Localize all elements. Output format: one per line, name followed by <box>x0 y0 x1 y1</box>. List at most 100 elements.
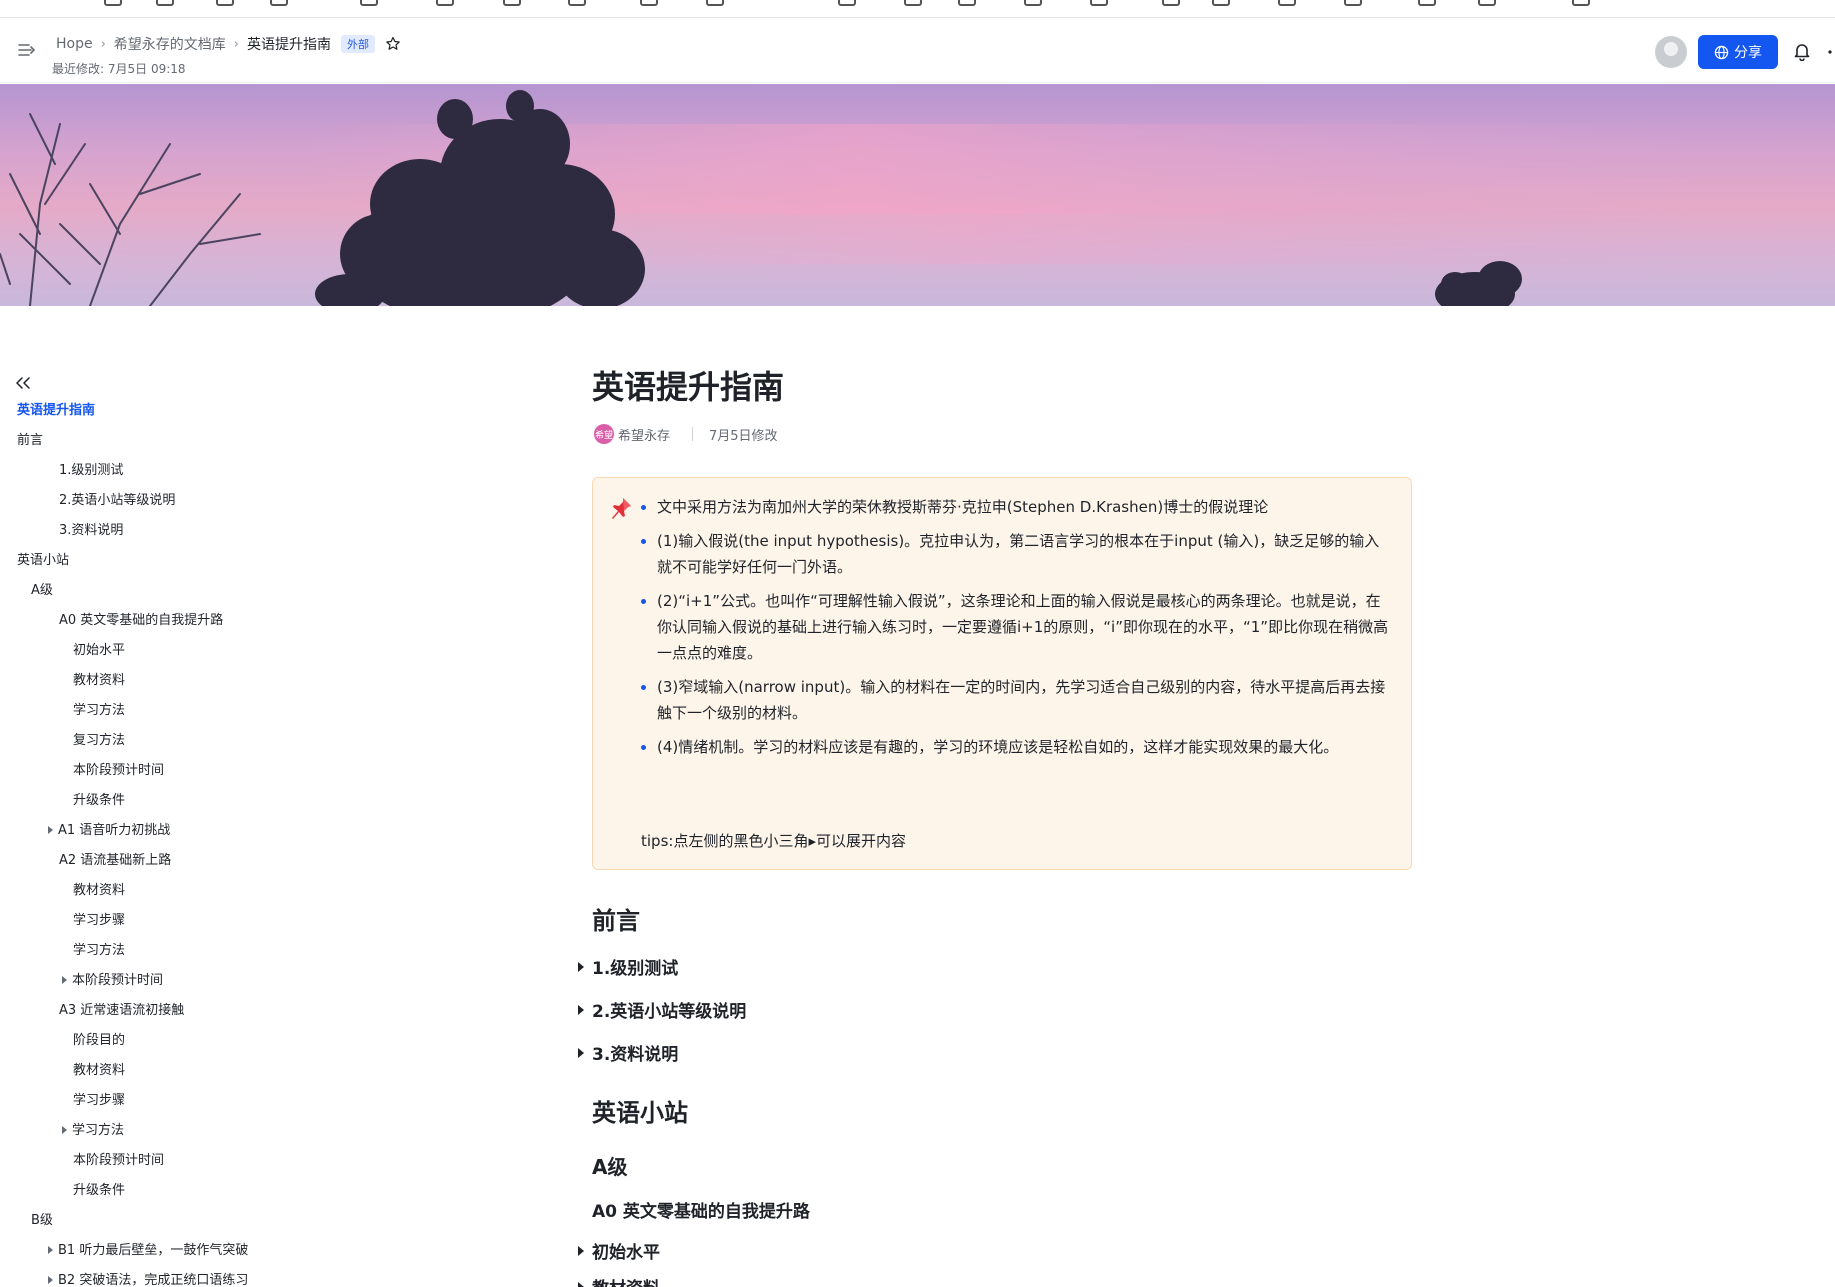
bookmark-folder-icon[interactable] <box>838 0 856 6</box>
expand-triangle-icon[interactable] <box>578 1047 584 1058</box>
bookmark-folder-icon[interactable] <box>156 0 174 6</box>
outline-item[interactable]: A级 <box>31 582 53 600</box>
bookmark-folder-icon[interactable] <box>640 0 658 6</box>
author-avatar[interactable]: 希望 <box>594 424 614 444</box>
cover-image <box>0 84 1835 306</box>
globe-icon <box>1714 45 1729 59</box>
outline-item[interactable]: 本阶段预计时间 <box>62 972 163 990</box>
outline-item[interactable]: 1.级别测试 <box>59 462 123 480</box>
callout-bullet: (3)窄域输入(narrow input)。输入的材料在一定的时间内，先学习适合… <box>641 674 1393 726</box>
expand-triangle-icon[interactable] <box>578 961 584 972</box>
expand-triangle-icon[interactable] <box>62 1125 67 1134</box>
heading-a0: A0 英文零基础的自我提升路 <box>592 1202 810 1222</box>
outline-item[interactable]: 学习步骤 <box>73 1092 125 1110</box>
outline-item[interactable]: 本阶段预计时间 <box>73 762 164 780</box>
outline-item[interactable]: 学习方法 <box>62 1122 124 1140</box>
chevron-right-icon: › <box>233 36 239 52</box>
expand-triangle-icon[interactable] <box>48 1245 53 1254</box>
expand-triangle-icon[interactable] <box>48 1275 53 1284</box>
user-avatar[interactable] <box>1655 36 1687 68</box>
bookmark-folder-icon[interactable] <box>958 0 976 6</box>
breadcrumb-item-library[interactable]: 希望永存的文档库 <box>114 34 226 54</box>
bookmark-folder-icon[interactable] <box>1344 0 1362 6</box>
outline-item[interactable]: B1 听力最后壁垒，一鼓作气突破 <box>48 1242 248 1260</box>
collapse-outline-icon[interactable] <box>14 376 32 390</box>
bookmark-folder-icon[interactable] <box>706 0 724 6</box>
last-modified: 最近修改: 7月5日 09:18 <box>52 62 186 76</box>
outline-item[interactable]: 学习方法 <box>73 942 125 960</box>
outline-item[interactable]: 学习方法 <box>73 702 125 720</box>
bookmark-folder-icon[interactable] <box>104 0 122 6</box>
bookmark-folder-icon[interactable] <box>436 0 454 6</box>
bookmark-folder-icon[interactable] <box>1572 0 1590 6</box>
bookmark-folder-icon[interactable] <box>1090 0 1108 6</box>
outline-item[interactable]: 升级条件 <box>73 792 125 810</box>
bookmark-folder-icon[interactable] <box>904 0 922 6</box>
breadcrumb-item-hope[interactable]: Hope <box>56 36 93 52</box>
outline-item[interactable]: A3 近常速语流初接触 <box>59 1002 184 1020</box>
toggle-heading[interactable]: 3.资料说明 <box>578 1040 678 1065</box>
outline-item[interactable]: 初始水平 <box>73 642 125 660</box>
outline-item[interactable]: 教材资料 <box>73 1062 125 1080</box>
section-heading-station: 英语小站 <box>592 1099 688 1127</box>
outline-item-label: B1 听力最后壁垒，一鼓作气突破 <box>58 1243 249 1258</box>
outline-item[interactable]: 复习方法 <box>73 732 125 750</box>
menu-icon[interactable] <box>18 43 36 57</box>
share-button[interactable]: 分享 <box>1698 35 1778 69</box>
meta-divider <box>692 427 694 441</box>
toggle-heading-label: 3.资料说明 <box>592 1045 679 1065</box>
outline-item[interactable]: 2.英语小站等级说明 <box>59 492 175 510</box>
expand-triangle-icon[interactable] <box>578 1281 584 1287</box>
toggle-heading[interactable]: 初始水平 <box>578 1238 660 1263</box>
outline-item[interactable]: 教材资料 <box>73 672 125 690</box>
outline-item[interactable]: A0 英文零基础的自我提升路 <box>59 612 223 630</box>
outline-item[interactable]: 本阶段预计时间 <box>73 1152 164 1170</box>
expand-triangle-icon[interactable] <box>578 1245 584 1256</box>
bookmark-folder-icon[interactable] <box>568 0 586 6</box>
outline-item[interactable]: A1 语音听力初挑战 <box>48 822 170 840</box>
bookmark-folder-icon[interactable] <box>1418 0 1436 6</box>
bookmark-folder-icon[interactable] <box>270 0 288 6</box>
callout-bullet: (4)情绪机制。学习的材料应该是有趣的，学习的环境应该是轻松自如的，这样才能实现… <box>641 734 1393 760</box>
callout-bullet: (2)“i+1”公式。也叫作“可理解性输入假说”，这条理论和上面的输入假说是最核… <box>641 588 1393 666</box>
page-title: 英语提升指南 <box>592 368 785 406</box>
bookmark-folder-icon[interactable] <box>1024 0 1042 6</box>
outline-item[interactable]: B级 <box>31 1212 53 1230</box>
outline-item[interactable]: A2 语流基础新上路 <box>59 852 171 870</box>
outline-item[interactable]: 学习步骤 <box>73 912 125 930</box>
outline-item[interactable]: 教材资料 <box>73 882 125 900</box>
toggle-heading-label: 2.英语小站等级说明 <box>592 1002 747 1022</box>
outline-item[interactable]: 阶段目的 <box>73 1032 125 1050</box>
outline-item-label: 本阶段预计时间 <box>72 973 164 988</box>
toggle-heading-label: 初始水平 <box>592 1243 660 1263</box>
expand-triangle-icon[interactable] <box>48 825 53 834</box>
author-name[interactable]: 希望永存 <box>618 425 670 444</box>
expand-triangle-icon[interactable] <box>62 975 67 984</box>
outline-item[interactable]: 升级条件 <box>73 1182 125 1200</box>
more-icon[interactable] <box>1827 50 1833 54</box>
bookmark-folder-icon[interactable] <box>360 0 378 6</box>
section-heading-preface: 前言 <box>592 907 640 935</box>
toggle-heading[interactable]: 2.英语小站等级说明 <box>578 997 746 1022</box>
bookmark-folder-icon[interactable] <box>1212 0 1230 6</box>
bell-icon[interactable] <box>1793 41 1811 61</box>
star-icon[interactable] <box>385 36 401 52</box>
callout-bullet: 文中采用方法为南加州大学的荣休教授斯蒂芬·克拉申(Stephen D.Krash… <box>641 494 1393 520</box>
chevron-right-icon: › <box>100 36 106 52</box>
tree-silhouette-image <box>0 90 1700 306</box>
bookmark-folder-icon[interactable] <box>503 0 521 6</box>
outline-item[interactable]: 3.资料说明 <box>59 522 123 540</box>
outline-item[interactable]: 前言 <box>17 432 43 450</box>
outline-item[interactable]: 英语小站 <box>17 552 69 570</box>
bookmark-folder-icon[interactable] <box>1162 0 1180 6</box>
breadcrumb-item-current[interactable]: 英语提升指南 <box>247 34 331 54</box>
expand-triangle-icon[interactable] <box>578 1004 584 1015</box>
toggle-heading[interactable]: 教材资料 <box>578 1274 660 1287</box>
outline-item[interactable]: 英语提升指南 <box>17 402 95 420</box>
bookmark-folder-icon[interactable] <box>1478 0 1496 6</box>
toggle-heading[interactable]: 1.级别测试 <box>578 954 678 979</box>
bookmark-folder-icon[interactable] <box>1278 0 1296 6</box>
outline-item[interactable]: B2 突破语法，完成正统口语练习 <box>48 1272 248 1287</box>
callout-tips: tips:点左侧的黑色小三角▸可以展开内容 <box>641 832 906 850</box>
bookmark-folder-icon[interactable] <box>216 0 234 6</box>
